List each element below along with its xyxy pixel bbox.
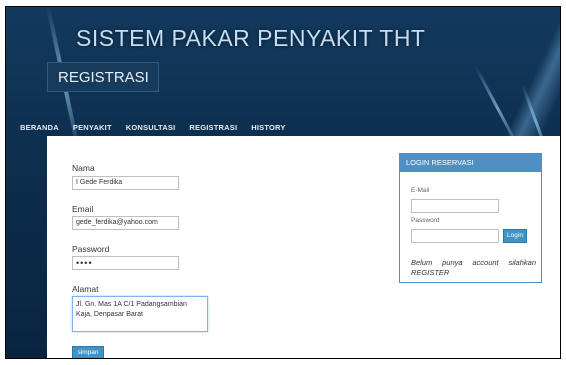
nav-item-beranda[interactable]: BERANDA xyxy=(20,123,59,137)
browser-frame: SISTEM PAKAR PENYAKIT THT REGISTRASI BER… xyxy=(5,6,561,359)
main-nav: BERANDA PENYAKIT KONSULTASI REGISTRASI H… xyxy=(6,123,300,137)
email-label: Email xyxy=(72,204,94,214)
login-reservasi-panel: LOGIN RESERVASI E-Mail Password Login Be… xyxy=(399,153,542,283)
login-password-input[interactable] xyxy=(411,229,499,243)
nav-item-konsultasi[interactable]: KONSULTASI xyxy=(126,123,176,137)
nav-item-history[interactable]: HISTORY xyxy=(251,123,285,137)
password-label: Password xyxy=(72,244,110,254)
login-panel-title: LOGIN RESERVASI xyxy=(400,154,541,172)
password-input[interactable]: •••• xyxy=(72,256,179,270)
login-button[interactable]: Login xyxy=(503,229,527,243)
nama-input[interactable]: I Gede Ferdika xyxy=(72,176,179,190)
alamat-label: Alamat xyxy=(72,284,99,294)
nama-label: Nama xyxy=(72,163,95,173)
login-email-label: E-Mail xyxy=(411,187,430,194)
page-title: REGISTRASI xyxy=(47,62,159,92)
nav-item-penyakit[interactable]: PENYAKIT xyxy=(73,123,112,137)
login-password-label: Password xyxy=(411,217,440,224)
alamat-textarea[interactable]: Jl. Gn. Mas 1A C/1 Padangsambian Kaja, D… xyxy=(72,296,208,332)
site-title: SISTEM PAKAR PENYAKIT THT xyxy=(76,25,426,51)
nav-item-registrasi[interactable]: REGISTRASI xyxy=(189,123,237,137)
register-note: Belum punya account silahkan REGISTER xyxy=(411,258,536,277)
simpan-button[interactable]: simpan xyxy=(72,346,104,358)
content-panel: Nama I Gede Ferdika Email gede_ferdika@y… xyxy=(47,136,560,358)
login-email-input[interactable] xyxy=(411,199,499,213)
email-input[interactable]: gede_ferdika@yahoo.com xyxy=(72,216,179,230)
